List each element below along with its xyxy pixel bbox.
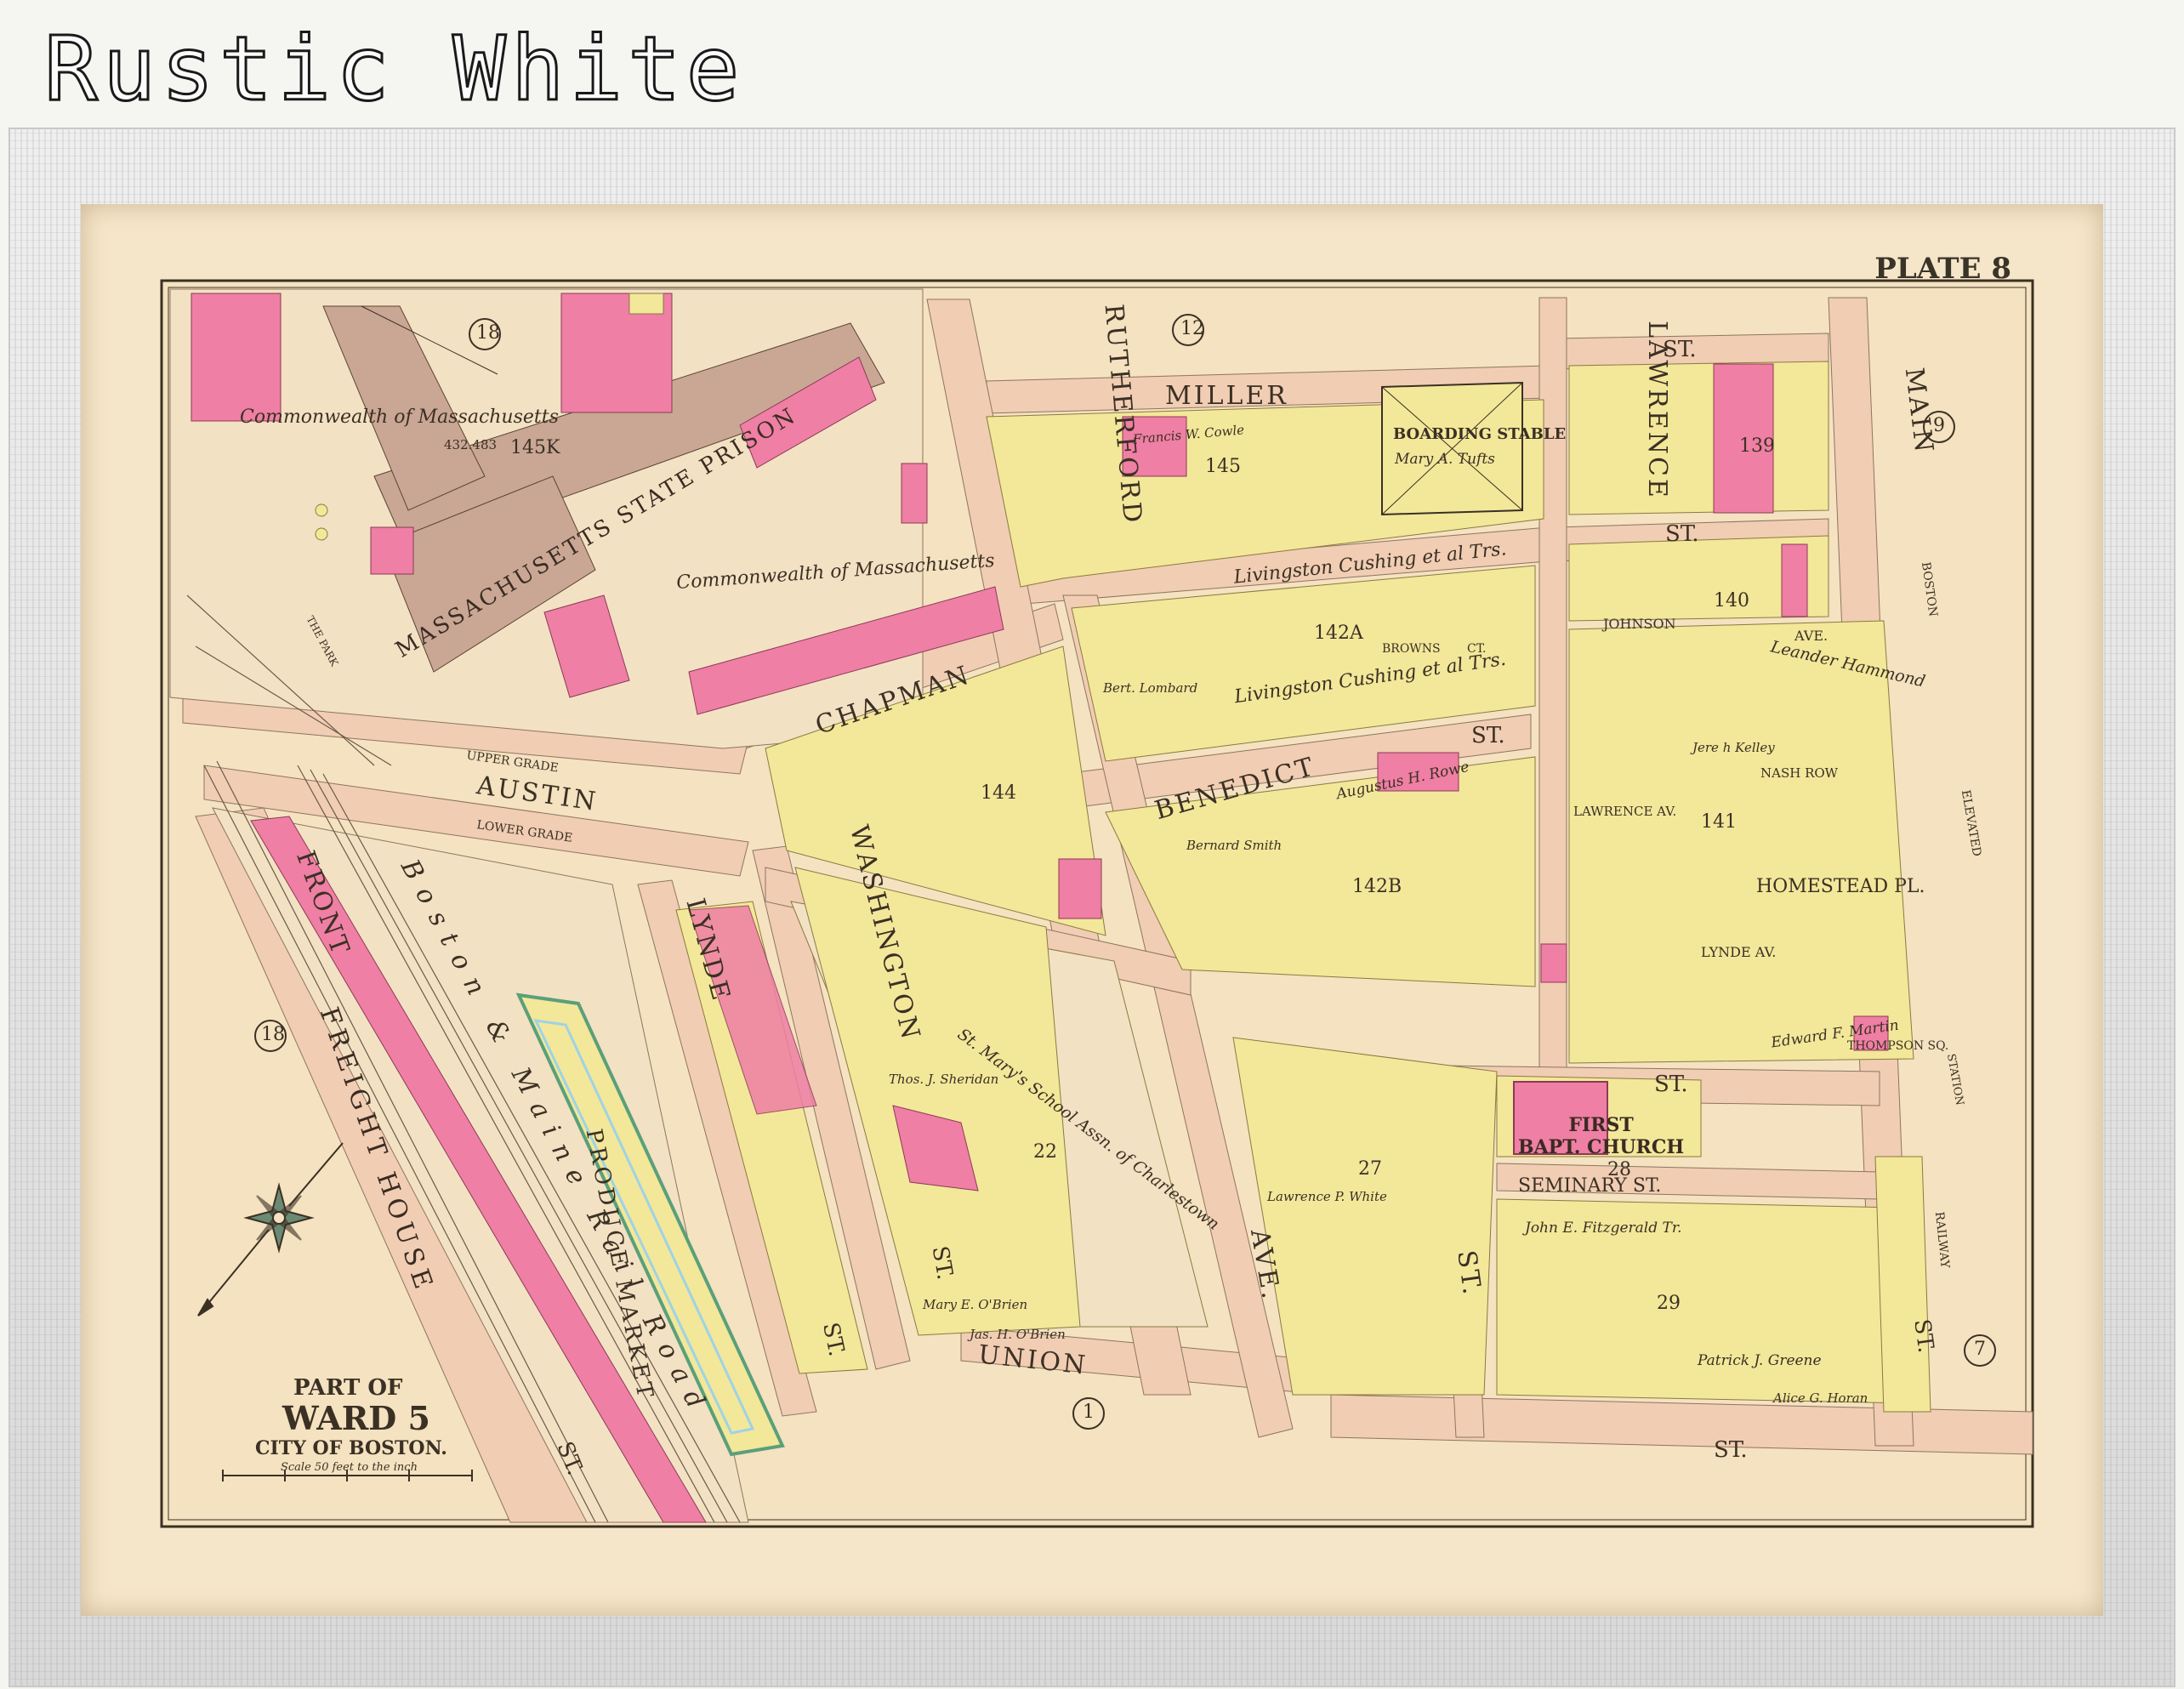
plate-label: PLATE 8 (1874, 252, 2011, 286)
street-label-johnson: JOHNSON (1603, 616, 1676, 632)
block-number-144: 144 (981, 782, 1016, 804)
prison-grounds (169, 288, 1004, 749)
block-number-27: 27 (1358, 1158, 1382, 1180)
block-number-29: 29 (1657, 1293, 1681, 1314)
street-label-lawrence-av: LAWRENCE AV. (1573, 804, 1677, 819)
title-ward: WARD 5 (282, 1399, 430, 1437)
ward-number-9: 9 (1933, 415, 1945, 436)
owner-thos-sheridan: Thos. J. Sheridan (889, 1072, 999, 1087)
ward-number-7: 7 (1974, 1339, 1986, 1360)
owner-lawrence-white: Lawrence P. White (1267, 1189, 1387, 1204)
block-140-pink (1781, 543, 1808, 617)
prison-marker-dot-1 (315, 503, 328, 517)
block-number-139: 139 (1739, 435, 1775, 457)
block-number-22: 22 (1033, 1141, 1057, 1163)
block-number-142a: 142A (1314, 623, 1363, 644)
street-label-st-main: ST. (1908, 1317, 1939, 1355)
block-number-145: 145 (1205, 456, 1241, 477)
block-number-140: 140 (1714, 590, 1749, 611)
label-baptist-line1: FIRST (1568, 1114, 1634, 1136)
street-label-lynde-av: LYNDE AV. (1701, 944, 1777, 960)
block-main-east (1874, 1156, 1931, 1413)
owner-john-fitzgerald: John E. Fitzgerald Tr. (1525, 1220, 1682, 1237)
street-label-browns: BROWNS (1382, 642, 1441, 656)
title-scale: Scale 50 feet to the inch (281, 1461, 418, 1474)
street-label-nash-row: NASH ROW (1760, 765, 1839, 781)
street-label-homestead: HOMESTEAD PL. (1756, 876, 1925, 897)
label-commonwealth-north: Commonwealth of Massachusetts (240, 407, 559, 428)
street-label-st-mid: ST. (1665, 521, 1699, 547)
street-label-st-lower: ST. (1654, 1072, 1688, 1097)
prison-marker-dot-2 (315, 527, 328, 541)
prison-yellow (628, 293, 664, 315)
street-label-thompson: THOMPSON SQ. (1847, 1039, 1949, 1053)
street-label-miller: MILLER (1165, 381, 1288, 411)
label-boarding-owner: Mary A. Tufts (1395, 451, 1495, 468)
owner-bernard-smith: Bernard Smith (1186, 838, 1283, 853)
block-number-145k: 145K (510, 437, 560, 458)
block-number-141: 141 (1701, 811, 1737, 833)
block-144-pink (1058, 858, 1102, 919)
block-number-28: 28 (1607, 1159, 1631, 1180)
street-label-seminary: SEMINARY ST. (1518, 1175, 1662, 1197)
label-boarding-stable: BOARDING STABLE (1393, 425, 1567, 443)
block-141-pink-1 (1540, 943, 1567, 983)
street-label-st-benedict: ST. (1471, 723, 1505, 748)
title-part-of: PART OF (293, 1375, 403, 1401)
label-prison-area: 432.483 (444, 437, 498, 452)
street-label-st-bottom: ST. (1714, 1437, 1748, 1463)
street-label-st-top: ST. (1663, 337, 1697, 362)
block-number-142b: 142B (1352, 876, 1402, 897)
street-label-johnson-ave: AVE. (1794, 628, 1829, 644)
owner-alice-horan: Alice G. Horan (1773, 1390, 1868, 1406)
block-141 (1568, 620, 1914, 1064)
prison-pink-5 (370, 526, 414, 575)
owner-patrick-greene: Patrick J. Greene (1698, 1352, 1822, 1369)
owner-mary-obrien: Mary E. O'Brien (923, 1297, 1028, 1312)
owner-bert-lombard: Bert. Lombard (1103, 680, 1198, 696)
owner-jeremiah-kelley: Jere h Kelley (1692, 740, 1775, 755)
street-label-st-washington-lower: ST. (1451, 1248, 1487, 1299)
label-baptist-line2: BAPT. CHURCH (1518, 1136, 1685, 1158)
ward-number-18-left: 18 (261, 1024, 285, 1045)
owner-jas-obrien: Jas. H. O'Brien (970, 1327, 1066, 1342)
ward-number-18-top: 18 (476, 322, 500, 344)
ward-number-12: 12 (1180, 318, 1204, 339)
prison-pink-6 (901, 463, 928, 524)
label-first-baptist-church: FIRST BAPT. CHURCH (1518, 1114, 1684, 1158)
ward-number-1: 1 (1083, 1402, 1095, 1423)
title-city: CITY OF BOSTON. (255, 1437, 447, 1459)
prison-pink-1 (191, 293, 282, 422)
block-139 (1568, 361, 1829, 515)
